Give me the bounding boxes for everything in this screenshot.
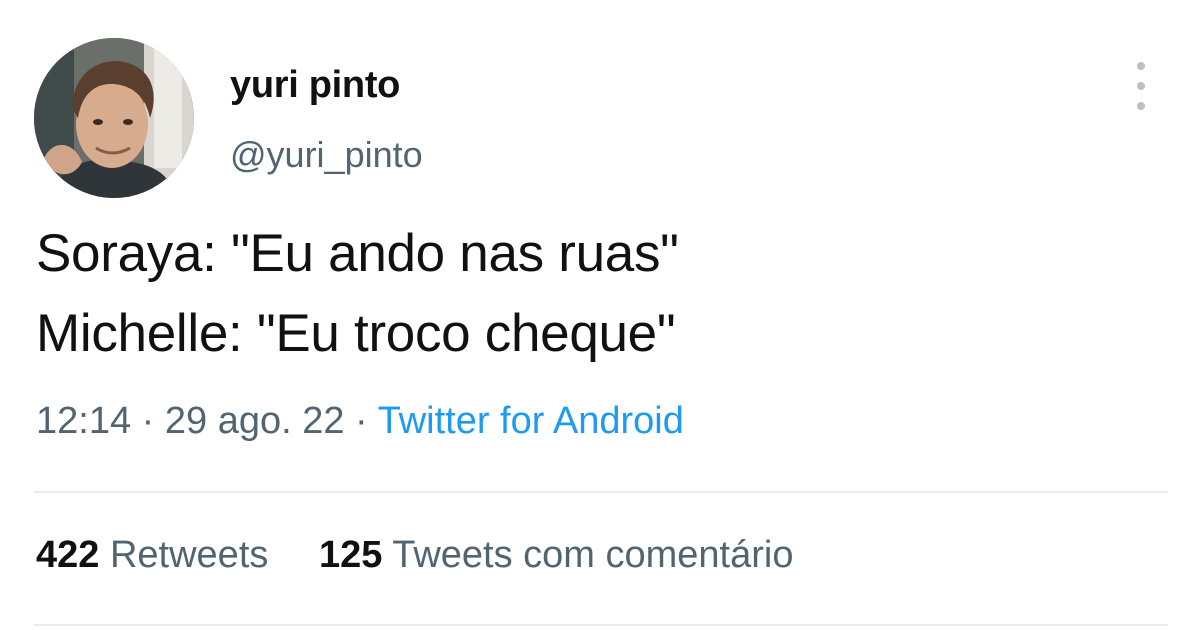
quote-tweets-stat[interactable]: 125 Tweets com comentário <box>319 534 794 576</box>
display-name[interactable]: yuri pinto <box>230 64 400 107</box>
more-options-icon[interactable] <box>1126 62 1156 110</box>
retweets-count: 422 <box>36 534 100 576</box>
meta-separator: · <box>141 400 155 442</box>
quote-tweets-label: Tweets com comentário <box>392 534 794 576</box>
tweet-stats: 422 Retweets 125 Tweets com comentário <box>36 534 833 577</box>
tweet-card: yuri pinto @yuri_pinto Soraya: "Eu ando … <box>0 0 1200 630</box>
divider <box>34 624 1168 626</box>
avatar[interactable] <box>34 38 194 198</box>
user-handle[interactable]: @yuri_pinto <box>230 134 423 176</box>
tweet-text: Soraya: "Eu ando nas ruas" Michelle: "Eu… <box>36 214 679 374</box>
divider <box>34 491 1168 493</box>
more-dot <box>1137 102 1145 110</box>
tweet-time[interactable]: 12:14 <box>36 400 131 442</box>
retweets-stat[interactable]: 422 Retweets <box>36 534 279 576</box>
more-dot <box>1137 62 1145 70</box>
tweet-source-link[interactable]: Twitter for Android <box>378 400 684 442</box>
tweet-line: Soraya: "Eu ando nas ruas" <box>36 224 679 283</box>
tweet-date[interactable]: 29 ago. 22 <box>165 400 345 442</box>
meta-separator: · <box>355 400 368 442</box>
retweets-label: Retweets <box>109 534 269 576</box>
more-dot <box>1137 82 1145 90</box>
quote-tweets-count: 125 <box>318 534 383 576</box>
tweet-meta: 12:14 · 29 ago. 22 · Twitter for Android <box>36 400 684 443</box>
tweet-line: Michelle: "Eu troco cheque" <box>36 304 676 363</box>
